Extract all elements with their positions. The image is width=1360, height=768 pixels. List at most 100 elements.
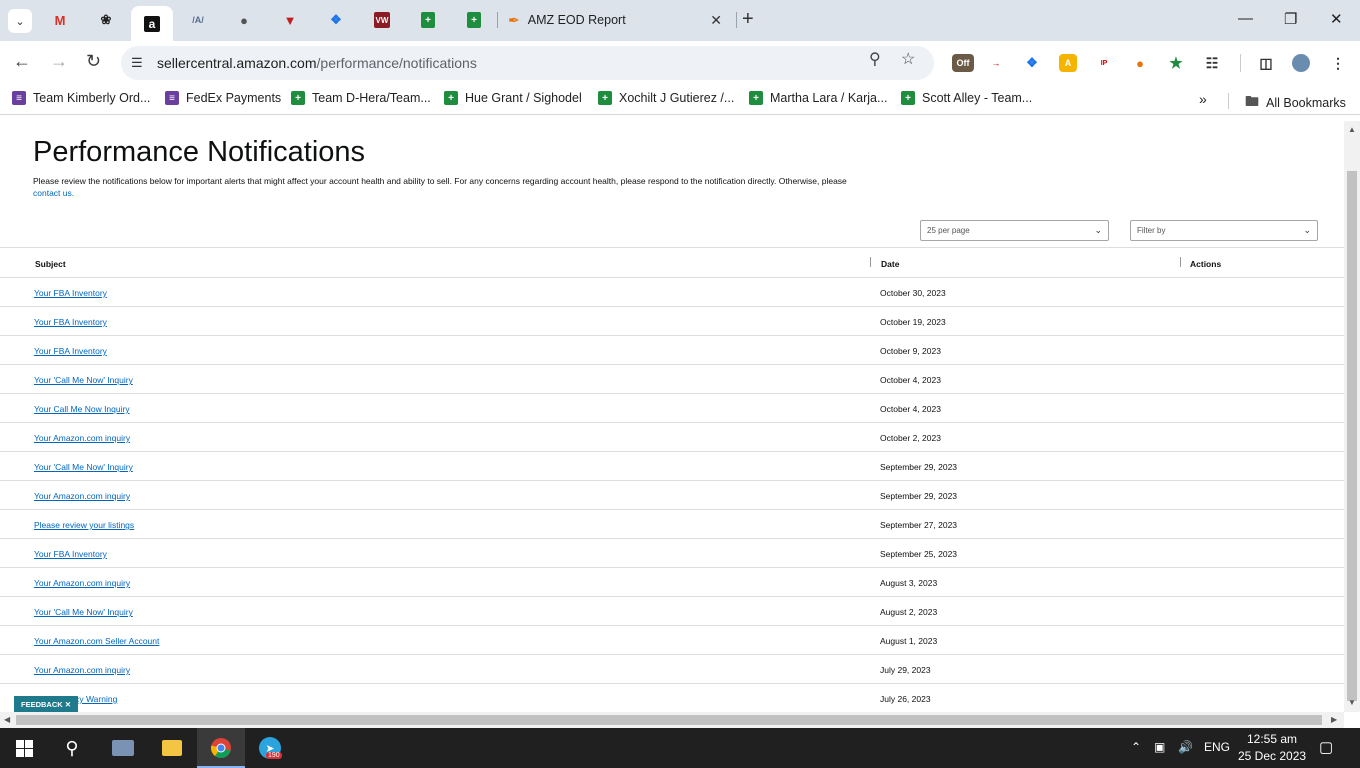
search-icon[interactable]: ⚲ xyxy=(60,736,84,760)
restore-button[interactable]: ❐ xyxy=(1284,10,1297,28)
notification-subject-link[interactable]: Your 'Call Me Now' Inquiry xyxy=(34,607,133,617)
chevron-up-icon[interactable]: ⌃ xyxy=(1131,740,1141,754)
network-icon[interactable]: ▣ xyxy=(1154,740,1165,754)
tab-sheets-1[interactable]: + xyxy=(413,6,443,34)
column-date[interactable]: Date xyxy=(881,259,899,269)
scroll-right-arrow-icon[interactable]: ▶ xyxy=(1331,715,1337,724)
notification-subject-link[interactable]: Your Amazon.com inquiry xyxy=(34,433,130,443)
file-explorer-icon[interactable] xyxy=(160,736,184,760)
arrow-left-icon: ← xyxy=(13,51,31,71)
bookmark-item[interactable]: ≡ Team Kimberly Ord... xyxy=(12,91,150,105)
app-icon: /A/ xyxy=(192,15,204,25)
back-button[interactable]: ← xyxy=(13,51,31,72)
table-header: Subject Date Actions xyxy=(0,248,1344,278)
url-path: /performance/notifications xyxy=(316,55,477,71)
tab-keepa[interactable]: ▼ xyxy=(275,6,305,34)
notification-subject-link[interactable]: Please review your listings xyxy=(34,520,134,530)
filter-select[interactable]: Filter by ⌄ xyxy=(1130,220,1318,241)
tab-chatgpt[interactable]: ❀ xyxy=(91,6,121,34)
notifications-icon[interactable]: ▢ xyxy=(1319,738,1333,756)
windows-start-icon[interactable] xyxy=(12,736,36,760)
bookmark-item[interactable]: + Team D-Hera/Team... xyxy=(291,91,431,105)
notification-subject-link[interactable]: Your 'Call Me Now' Inquiry xyxy=(34,462,133,472)
per-page-select[interactable]: 25 per page ⌄ xyxy=(920,220,1109,241)
notification-subject-link[interactable]: Your Amazon.com inquiry xyxy=(34,578,130,588)
minimize-button[interactable]: — xyxy=(1238,10,1253,27)
scroll-left-arrow-icon[interactable]: ◀ xyxy=(4,715,10,724)
extension-icon[interactable]: → xyxy=(987,54,1005,72)
desktop-app-icon[interactable] xyxy=(111,736,135,760)
table-row: Your FBA Inventory September 25, 2023 xyxy=(0,539,1344,568)
notification-subject-link[interactable]: Your Amazon.com inquiry xyxy=(34,665,130,675)
notification-subject-link[interactable]: Your FBA Inventory xyxy=(34,346,107,356)
tab-vw[interactable]: VW xyxy=(367,6,397,34)
extension-icon[interactable]: ❖ xyxy=(1023,54,1041,72)
address-bar[interactable]: ☰ sellercentral.amazon.com/performance/n… xyxy=(121,46,934,80)
all-bookmarks-button[interactable]: 🖿 All Bookmarks xyxy=(1245,91,1346,115)
horizontal-scrollbar[interactable]: ◀ ▶ xyxy=(0,712,1344,728)
tab-ext[interactable]: ❖ xyxy=(321,6,351,34)
system-clock[interactable]: 12:55 am 25 Dec 2023 xyxy=(1238,731,1306,765)
bookmark-item[interactable]: + Hue Grant / Sighodel xyxy=(444,91,582,105)
close-icon[interactable]: ✕ xyxy=(65,700,71,709)
scroll-up-arrow-icon[interactable]: ▲ xyxy=(1348,125,1356,134)
more-bookmarks-button[interactable]: » xyxy=(1199,91,1207,107)
notification-subject-link[interactable]: Your Call Me Now Inquiry xyxy=(34,404,130,414)
tab-app[interactable]: /A/ xyxy=(183,6,213,34)
browser-toolbar: ← → ↻ ☰ sellercentral.amazon.com/perform… xyxy=(0,41,1360,85)
tab-gmail[interactable]: M xyxy=(45,6,75,34)
tab-search-button[interactable]: ⌄ xyxy=(8,9,32,33)
tab-sheets-2[interactable]: + xyxy=(459,6,489,34)
notification-subject-link[interactable]: Your Amazon.com Seller Account xyxy=(34,636,159,646)
bookmark-item[interactable]: + Scott Alley - Team... xyxy=(901,91,1032,105)
tab-amz-eod-report[interactable]: ✒ AMZ EOD Report ✕ xyxy=(500,6,732,34)
zoom-icon[interactable]: ⚲ xyxy=(869,49,881,69)
site-settings-icon[interactable]: ☰ xyxy=(131,55,149,71)
menu-icon[interactable]: ⋮ xyxy=(1329,54,1347,72)
vertical-scrollbar[interactable]: ▲ ▼ xyxy=(1344,121,1360,712)
feedback-label: FEEDBACK xyxy=(21,700,63,709)
profile-avatar[interactable] xyxy=(1292,54,1310,72)
bookmark-item[interactable]: + Martha Lara / Karja... xyxy=(749,91,887,105)
tab-globe[interactable]: ● xyxy=(229,6,259,34)
bookmarks-divider xyxy=(1228,93,1229,109)
notification-subject-link[interactable]: Your FBA Inventory xyxy=(34,549,107,559)
contact-us-link[interactable]: contact us. xyxy=(33,188,74,198)
extension-scout-icon[interactable]: A xyxy=(1059,54,1077,72)
chrome-icon[interactable] xyxy=(209,736,233,760)
bookmark-star-icon[interactable]: ☆ xyxy=(901,49,915,69)
scroll-down-arrow-icon[interactable]: ▼ xyxy=(1348,698,1356,707)
volume-icon[interactable]: 🔊 xyxy=(1178,740,1193,754)
extension-off-icon[interactable]: Off xyxy=(952,54,974,72)
column-subject[interactable]: Subject xyxy=(35,259,66,269)
notification-subject-link[interactable]: Your FBA Inventory xyxy=(34,288,107,298)
tab-amazon[interactable]: a xyxy=(131,6,173,41)
scrollbar-thumb[interactable] xyxy=(1347,171,1357,701)
notification-subject-link[interactable]: Your FBA Inventory xyxy=(34,317,107,327)
new-tab-button[interactable]: + xyxy=(742,9,754,29)
extension-ip-alert-icon[interactable]: IP xyxy=(1095,54,1113,72)
extension-icon[interactable]: ● xyxy=(1131,54,1149,72)
language-indicator[interactable]: ENG xyxy=(1204,740,1230,754)
close-window-button[interactable]: ✕ xyxy=(1330,10,1343,28)
feedback-button[interactable]: FEEDBACK ✕ xyxy=(14,696,79,712)
notification-date: September 27, 2023 xyxy=(880,520,958,530)
table-row: Your Amazon.com inquiry August 3, 2023 xyxy=(0,568,1344,597)
globe-icon: ● xyxy=(240,12,248,28)
gmail-icon: M xyxy=(54,12,66,28)
sheets-icon: + xyxy=(291,91,305,105)
bookmark-item[interactable]: ≡ FedEx Payments xyxy=(165,91,281,105)
notification-subject-link[interactable]: Your 'Call Me Now' Inquiry xyxy=(34,375,133,385)
chevron-down-icon: ⌄ xyxy=(1303,225,1311,235)
extension-star-icon[interactable]: ★ xyxy=(1167,54,1185,72)
bookmark-item[interactable]: + Xochilt J Gutierez /... xyxy=(598,91,734,105)
reload-button[interactable]: ↻ xyxy=(86,51,101,72)
close-icon[interactable]: ✕ xyxy=(710,12,722,29)
chevron-down-icon: ⌄ xyxy=(1094,225,1102,235)
scrollbar-thumb[interactable] xyxy=(16,715,1322,725)
side-panel-icon[interactable]: ◫ xyxy=(1257,54,1275,72)
notification-subject-link[interactable]: Your Amazon.com inquiry xyxy=(34,491,130,501)
notification-date: August 3, 2023 xyxy=(880,578,938,588)
forward-button[interactable]: → xyxy=(50,51,68,72)
extensions-puzzle-icon[interactable]: ☷ xyxy=(1203,54,1221,72)
